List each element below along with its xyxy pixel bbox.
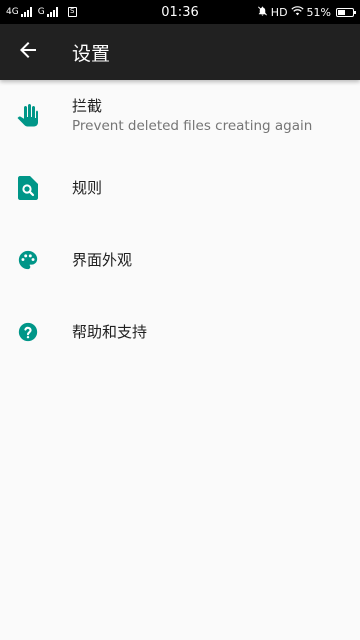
settings-list: 拦截 Prevent deleted files creating again … [0,80,360,368]
page-title: 设置 [72,42,111,65]
settings-item-subtitle: Prevent deleted files creating again [72,118,313,134]
settings-item-intercept-text: 拦截 Prevent deleted files creating again [72,96,344,136]
battery-icon [336,7,356,17]
back-button[interactable] [0,24,56,80]
app-bar: 设置 [0,24,360,80]
settings-item-title: 帮助和支持 [72,323,148,341]
settings-item-title: 界面外观 [72,251,133,269]
status-bar-right: HD 51% [257,5,356,20]
palette-icon [16,248,40,272]
hand-block-icon [16,104,40,128]
status-bar-left: 4G G S [6,7,257,17]
arrow-back-icon [16,38,40,66]
settings-item-title: 规则 [72,179,103,197]
network-type-2: G [37,6,45,17]
status-bar: 4G G S 01:36 HD 51% [0,0,360,24]
settings-item-help-text: 帮助和支持 [72,322,344,342]
signal-strength-icon [20,7,32,17]
help-icon [16,320,40,344]
settings-item-help[interactable]: 帮助和支持 [0,296,360,368]
hd-label: HD [270,5,288,19]
settings-item-rules-text: 规则 [72,178,344,198]
file-search-icon [16,176,40,200]
settings-item-appearance-text: 界面外观 [72,250,344,270]
mute-bell-icon [257,5,268,20]
settings-item-title: 拦截 [72,97,103,115]
settings-item-rules[interactable]: 规则 [0,152,360,224]
notification-icon: S [67,7,77,17]
wifi-icon [290,5,304,19]
battery-percent: 51% [306,5,331,19]
settings-item-appearance[interactable]: 界面外观 [0,224,360,296]
settings-item-intercept[interactable]: 拦截 Prevent deleted files creating again [0,80,360,152]
signal-strength-icon-2 [46,7,58,17]
network-type-1: 4G [6,6,19,17]
